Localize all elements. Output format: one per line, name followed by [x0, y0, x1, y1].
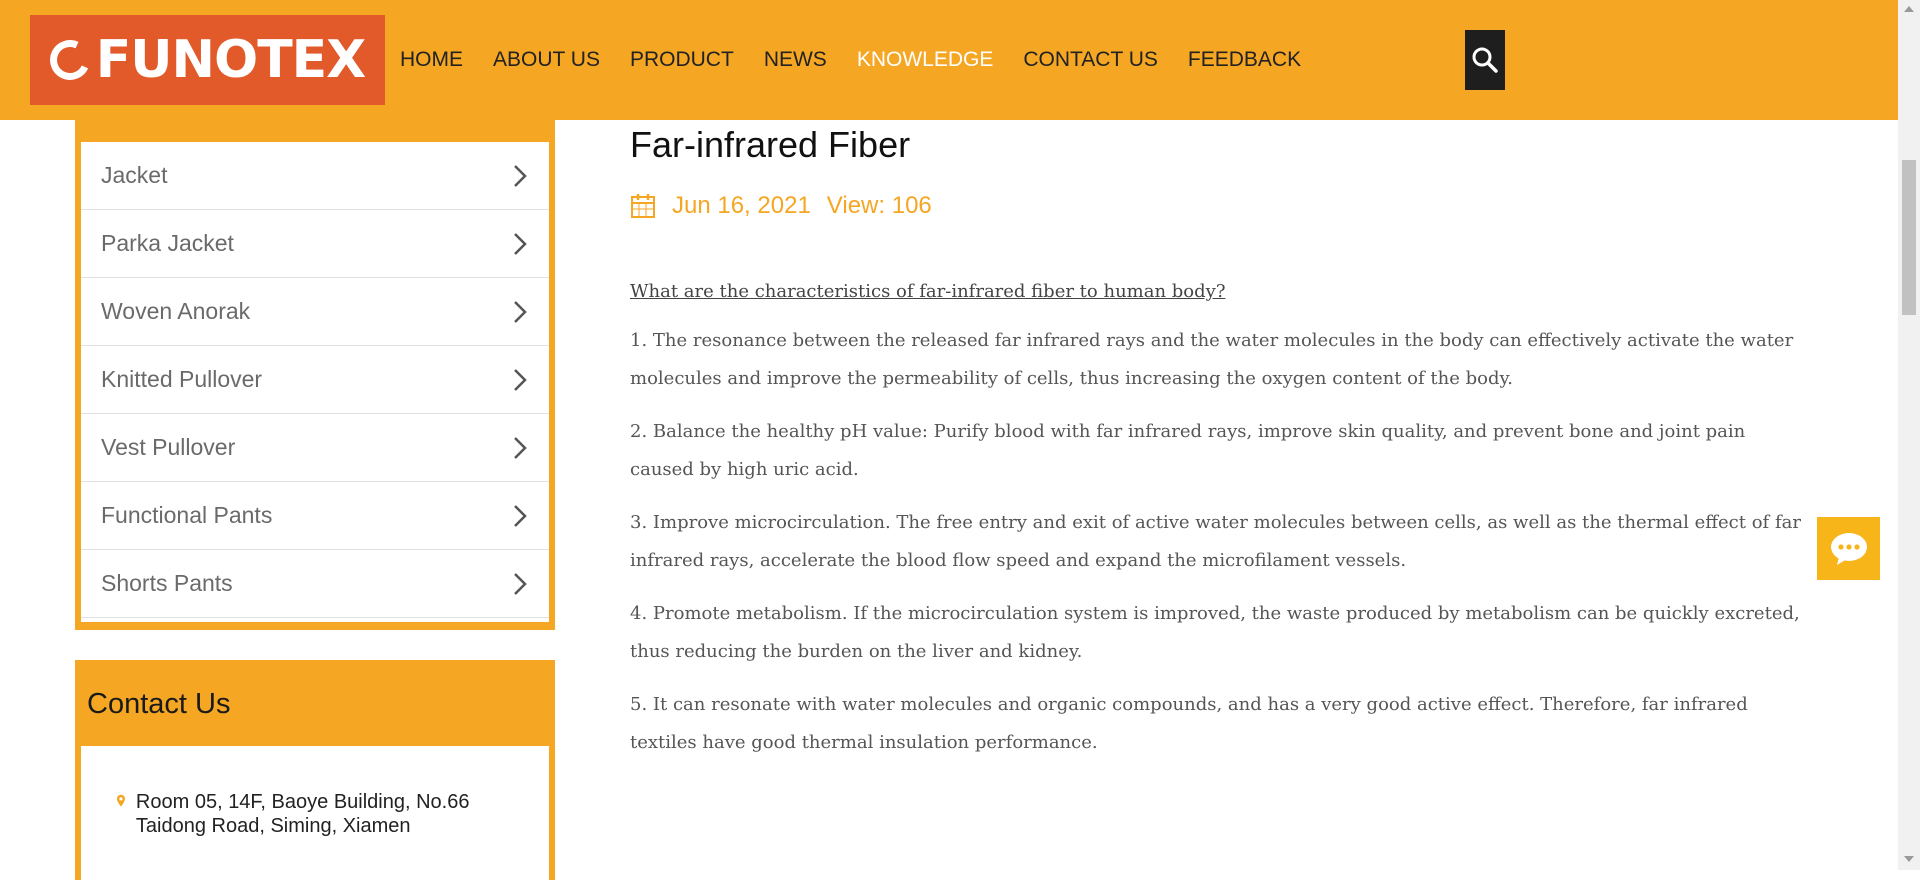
category-label: Jacket [101, 162, 168, 188]
scroll-up-arrow-icon[interactable] [1904, 6, 1914, 12]
article-paragraph: 2. Balance the healthy pH value: Purify … [630, 421, 1746, 480]
category-label: Woven Anorak [101, 298, 251, 324]
article-paragraph: 5. It can resonate with water molecules … [630, 694, 1748, 753]
article-paragraph: 3. Improve microcirculation. The free en… [630, 512, 1801, 571]
scroll-thumb[interactable] [1902, 160, 1916, 315]
category-item-parka-jacket[interactable]: Parka Jacket [81, 210, 549, 278]
chevron-right-icon [514, 368, 527, 391]
logo-inner: FUNOTEX [44, 30, 367, 90]
contact-panel: Contact Us Room 05, 14F, Baoye Building,… [75, 660, 555, 886]
category-item-jacket[interactable]: Jacket [81, 142, 549, 210]
chevron-right-icon [514, 572, 527, 595]
chat-button[interactable] [1817, 517, 1880, 580]
category-item-functional-pants[interactable]: Functional Pants [81, 482, 549, 550]
nav-contact-us[interactable]: CONTACT US [1023, 48, 1158, 72]
chevron-right-icon [514, 504, 527, 527]
category-label: Shorts Pants [101, 570, 233, 596]
article-views: View: 106 [826, 192, 932, 219]
search-icon [1472, 47, 1498, 73]
scroll-down-arrow-icon[interactable] [1904, 856, 1914, 862]
nav-feedback[interactable]: FEEDBACK [1188, 48, 1301, 72]
article-title: Far-infrared Fiber [630, 124, 911, 165]
category-panel: Jacket Parka Jacket Woven Anorak Knitted… [75, 120, 555, 630]
contact-title: Contact Us [87, 688, 231, 720]
chat-bubble-icon [1830, 532, 1867, 565]
page-scrollbar[interactable] [1898, 0, 1920, 870]
chevron-right-icon [514, 164, 527, 187]
logo-mark-icon [44, 34, 96, 86]
nav-home[interactable]: HOME [400, 48, 463, 72]
location-pin-icon [116, 794, 125, 807]
category-item-woven-anorak[interactable]: Woven Anorak [81, 278, 549, 346]
category-label: Knitted Pullover [101, 366, 263, 392]
main-nav: HOME ABOUT US PRODUCT NEWS KNOWLEDGE CON… [400, 0, 1331, 120]
contact-address-text: Room 05, 14F, Baoye Building, No.66 Taid… [135, 791, 470, 837]
search-button[interactable] [1465, 30, 1505, 90]
article-paragraph: 1. The resonance between the released fa… [630, 330, 1794, 389]
nav-news[interactable]: NEWS [764, 48, 827, 72]
category-item-shorts-pants[interactable]: Shorts Pants [81, 550, 549, 618]
chevron-right-icon [514, 436, 527, 459]
nav-knowledge[interactable]: KNOWLEDGE [857, 48, 994, 72]
category-label: Vest Pullover [101, 434, 236, 460]
calendar-icon [631, 194, 655, 218]
category-label: Parka Jacket [101, 230, 234, 256]
article-date: Jun 16, 2021 [672, 192, 811, 219]
category-item-vest-pullover[interactable]: Vest Pullover [81, 414, 549, 482]
nav-about-us[interactable]: ABOUT US [493, 48, 600, 72]
category-label: Functional Pants [101, 502, 273, 528]
chevron-right-icon [514, 232, 527, 255]
article-body: What are the characteristics of far-infr… [630, 280, 1810, 777]
category-item-knitted-pullover[interactable]: Knitted Pullover [81, 346, 549, 414]
article-question: What are the characteristics of far-infr… [630, 281, 1226, 302]
logo-text: FUNOTEX [95, 30, 367, 90]
category-list: Jacket Parka Jacket Woven Anorak Knitted… [81, 142, 549, 622]
article-paragraph: 4. Promote metabolism. If the microcircu… [630, 603, 1800, 662]
contact-address: Room 05, 14F, Baoye Building, No.66 Taid… [116, 790, 516, 838]
site-header: FUNOTEX HOME ABOUT US PRODUCT NEWS KNOWL… [0, 0, 1898, 120]
article-meta: Jun 16, 2021 View: 106 [630, 192, 932, 220]
contact-body: Room 05, 14F, Baoye Building, No.66 Taid… [81, 746, 549, 886]
nav-product[interactable]: PRODUCT [630, 48, 734, 72]
chevron-right-icon [514, 300, 527, 323]
logo[interactable]: FUNOTEX [30, 15, 385, 105]
